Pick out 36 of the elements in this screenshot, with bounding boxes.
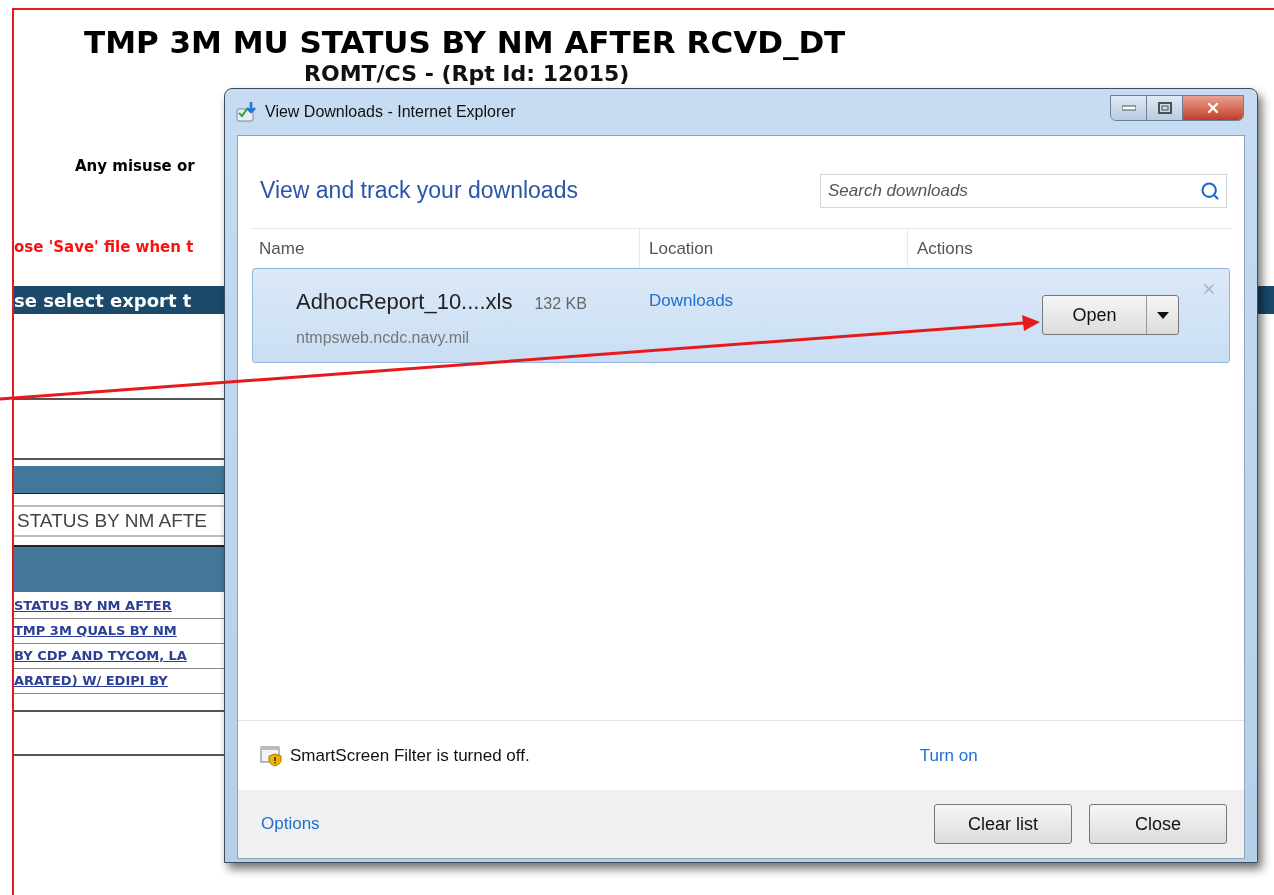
report-field[interactable]: STATUS BY NM AFTE xyxy=(14,505,224,537)
minimize-icon xyxy=(1121,105,1136,111)
dialog-button[interactable]: Close xyxy=(1089,804,1227,844)
file-name: AdhocReport_10....xls xyxy=(296,288,513,316)
report-title: TMP 3M MU STATUS BY NM AFTER RCVD_DT xyxy=(84,27,846,58)
turn-on-link[interactable]: Turn on xyxy=(919,742,978,769)
minimize-button[interactable] xyxy=(1111,96,1147,120)
file-source: ntmpsweb.ncdc.navy.mil xyxy=(296,328,471,348)
close-icon xyxy=(1205,100,1221,116)
window-title: View Downloads - Internet Explorer xyxy=(265,102,516,122)
column-header[interactable]: Name xyxy=(259,235,305,262)
downloads-heading: View and track your downloads xyxy=(260,176,578,206)
notice-text: Any misuse or xyxy=(75,156,195,177)
download-icon xyxy=(235,101,259,123)
report-subtitle: ROMT/CS - (Rpt Id: 12015) xyxy=(304,63,630,85)
file-size: 132 KB xyxy=(534,294,587,314)
search-field[interactable]: Search downloads xyxy=(820,173,1227,208)
maximize-icon xyxy=(1157,102,1172,114)
dialog-button[interactable]: Clear list xyxy=(934,804,1072,844)
report-link[interactable]: ARATED) W/ EDIPI BY xyxy=(14,671,168,691)
report-link[interactable]: BY CDP AND TYCOM, LA xyxy=(14,646,187,666)
options-link[interactable]: Options xyxy=(261,811,320,837)
smartscreen-message: SmartScreen Filter is turned off. xyxy=(290,744,530,767)
warning-text: ose 'Save' file when t xyxy=(14,236,194,258)
close-window-button[interactable] xyxy=(1183,96,1243,120)
download-row[interactable]: AdhocReport_10....xls 132 KB ntmpsweb.ncdc.navy.mil Downloads Open xyxy=(252,268,1230,363)
maximize-button[interactable] xyxy=(1147,96,1183,120)
export-bar-text: se select export t xyxy=(14,288,192,313)
search-icon xyxy=(1200,180,1220,201)
column-header[interactable]: Actions xyxy=(917,235,973,262)
location-link[interactable]: Downloads xyxy=(649,291,734,310)
report-link[interactable]: STATUS BY NM AFTER xyxy=(14,596,172,616)
report-link[interactable]: TMP 3M QUALS BY NM xyxy=(14,621,177,641)
caret-icon xyxy=(1156,311,1169,319)
column-header[interactable]: Location xyxy=(649,235,714,262)
shield-warning-icon xyxy=(260,744,284,767)
